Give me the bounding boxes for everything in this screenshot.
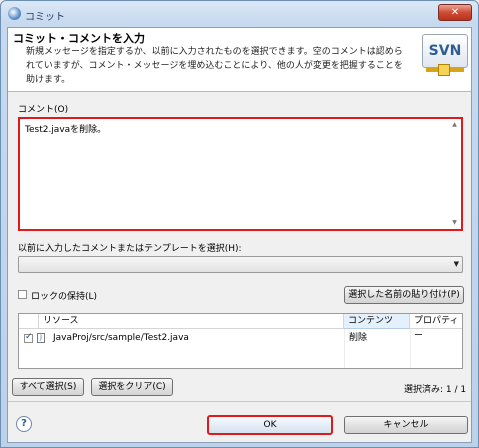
row-checkbox[interactable] [24,332,33,343]
comment-textarea[interactable]: Test2.javaを削除。 ▲ ▼ [18,117,463,231]
scroll-up-icon[interactable]: ▲ [449,120,460,130]
comment-label: コメント(O) [18,105,69,115]
ok-button[interactable]: OK [207,415,333,435]
title-bar[interactable]: コミット ✕ [1,1,478,27]
table-header-check [19,314,39,329]
svn-logo-text: SVN [422,34,468,68]
svn-logo-icon: SVN [422,34,468,80]
scroll-down-icon[interactable]: ▼ [449,218,460,228]
svn-app-icon [8,7,21,20]
dialog-body: コミット・コメントを入力 新規メッセージを指定するか、以前に入力されたものを選択… [7,27,472,443]
column-divider [344,329,345,368]
help-icon[interactable]: ? [16,416,32,432]
comment-scrollbar[interactable]: ▲ ▼ [449,120,460,228]
column-divider [410,329,411,368]
select-all-button[interactable]: すべて選択(S) [12,378,84,396]
table-header-properties[interactable]: プロパティー [410,314,462,341]
clear-selection-button[interactable]: 選択をクリア(C) [91,378,173,396]
keep-locks-label[interactable]: ロックの保持(L) [31,289,97,302]
comment-value[interactable]: Test2.javaを削除。 [25,122,106,135]
selection-count: 選択済み: 1 / 1 [404,385,467,395]
dialog-header: コミット・コメントを入力 新規メッセージを指定するか、以前に入力されたものを選択… [8,28,471,92]
table-header-content[interactable]: コンテンツ [344,314,410,329]
template-label: 以前に入力したコメントまたはテンプレートを選択(H): [18,244,242,254]
svn-logo-knob [438,64,450,76]
footer-divider [8,401,471,402]
close-button[interactable]: ✕ [438,4,472,21]
row-content: 削除 [349,333,368,343]
paste-names-button[interactable]: 選択した名前の貼り付け(P) [344,286,464,304]
keep-locks-checkbox[interactable] [18,290,27,299]
cancel-button[interactable]: キャンセル [344,416,468,434]
row-resource: JavaProj/src/sample/Test2.java [53,333,189,343]
template-select[interactable]: ▼ [18,256,463,273]
resource-table: リソース コンテンツ プロパティー J JavaProj/src/sample/… [18,313,463,369]
java-file-icon: J [37,333,45,343]
window-title: コミット [25,12,65,23]
commit-dialog: コミット ✕ コミット・コメントを入力 新規メッセージを指定するか、以前に入力さ… [0,0,479,448]
header-title: コミット・コメントを入力 [13,32,145,45]
table-header-resource[interactable]: リソース [39,314,344,329]
header-description: 新規メッセージを指定するか、以前に入力されたものを選択できます。空のコメントは認… [26,47,403,85]
chevron-down-icon[interactable]: ▼ [454,260,459,268]
